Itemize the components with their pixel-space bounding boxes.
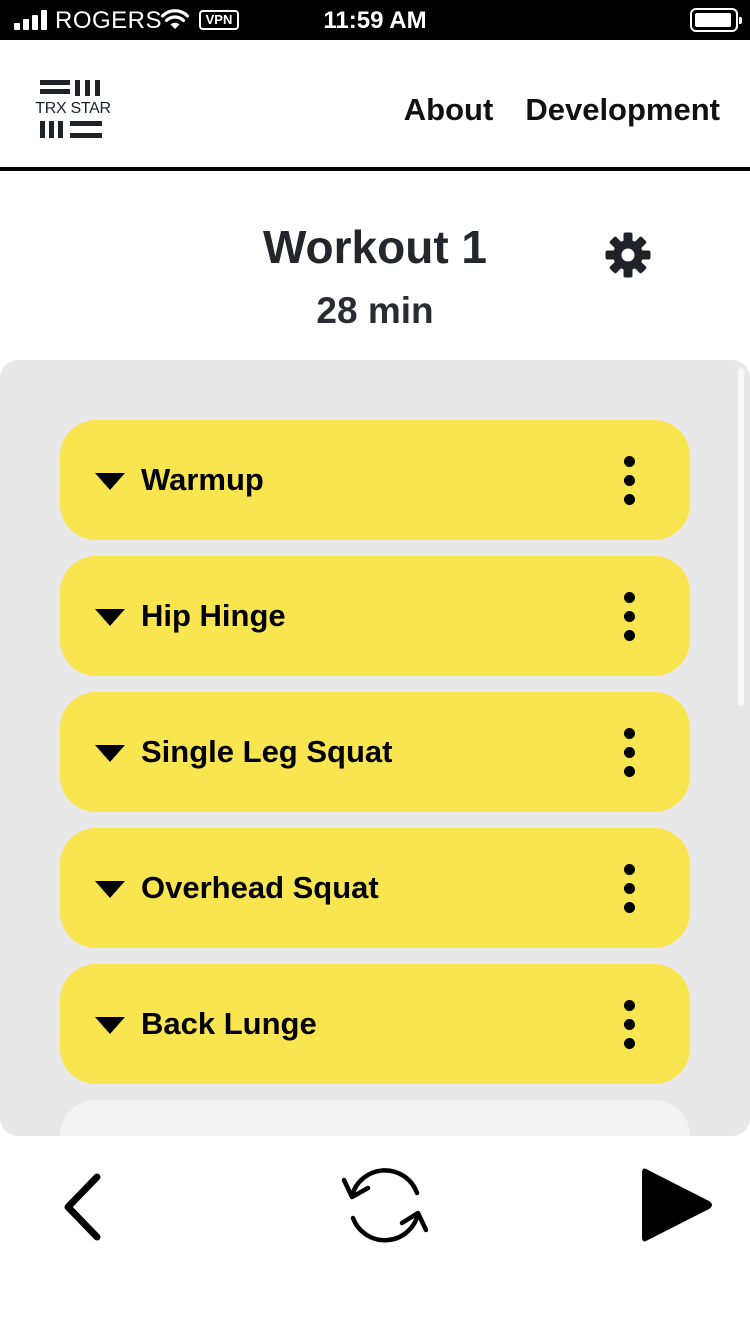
signal-icon <box>14 10 48 30</box>
exercise-label: Overhead Squat <box>141 870 379 905</box>
exercise-item-overhead-squat[interactable]: Overhead Squat <box>60 828 690 948</box>
exercise-item-warmup[interactable]: Warmup <box>60 420 690 540</box>
exercise-list[interactable]: Warmup Hip Hinge Single Leg Squat Overhe… <box>0 360 750 1136</box>
caret-down-icon[interactable] <box>95 745 125 762</box>
wifi-icon <box>160 9 190 29</box>
exercise-label: Warmup <box>141 462 264 497</box>
scrollbar[interactable] <box>738 368 744 706</box>
more-vertical-icon[interactable] <box>617 592 641 642</box>
logo-text: TRX STAR <box>35 100 111 117</box>
play-icon[interactable] <box>638 1162 718 1248</box>
gear-icon[interactable] <box>604 231 652 279</box>
logo[interactable]: TRX STAR <box>30 76 116 142</box>
top-nav: About Development <box>404 92 720 128</box>
app-header: TRX STAR About Development <box>0 40 750 171</box>
back-chevron-icon[interactable] <box>60 1172 104 1242</box>
caret-down-icon[interactable] <box>95 881 125 898</box>
workout-duration: 28 min <box>316 290 434 331</box>
caret-down-icon[interactable] <box>95 1017 125 1034</box>
status-bar: ROGERS VPN 11:59 AM <box>0 0 750 40</box>
more-vertical-icon[interactable] <box>617 864 641 914</box>
exercise-item-back-lunge[interactable]: Back Lunge <box>60 964 690 1084</box>
caret-down-icon[interactable] <box>95 473 125 490</box>
more-vertical-icon[interactable] <box>617 456 641 506</box>
more-vertical-icon[interactable] <box>617 1000 641 1050</box>
nav-about-link[interactable]: About <box>404 92 494 128</box>
carrier-name: ROGERS <box>55 7 163 34</box>
exercise-label: Single Leg Squat <box>141 734 393 769</box>
exercise-label: Back Lunge <box>141 1006 317 1041</box>
exercise-item-partial[interactable] <box>60 1100 690 1136</box>
bottom-toolbar <box>0 1136 750 1334</box>
vpn-icon: VPN <box>199 10 239 30</box>
battery-icon <box>690 8 742 32</box>
refresh-icon[interactable] <box>340 1166 430 1246</box>
exercise-item-single-leg-squat[interactable]: Single Leg Squat <box>60 692 690 812</box>
exercise-label: Hip Hinge <box>141 598 286 633</box>
nav-development-link[interactable]: Development <box>525 92 720 128</box>
exercise-item-hip-hinge[interactable]: Hip Hinge <box>60 556 690 676</box>
caret-down-icon[interactable] <box>95 609 125 626</box>
more-vertical-icon[interactable] <box>617 728 641 778</box>
